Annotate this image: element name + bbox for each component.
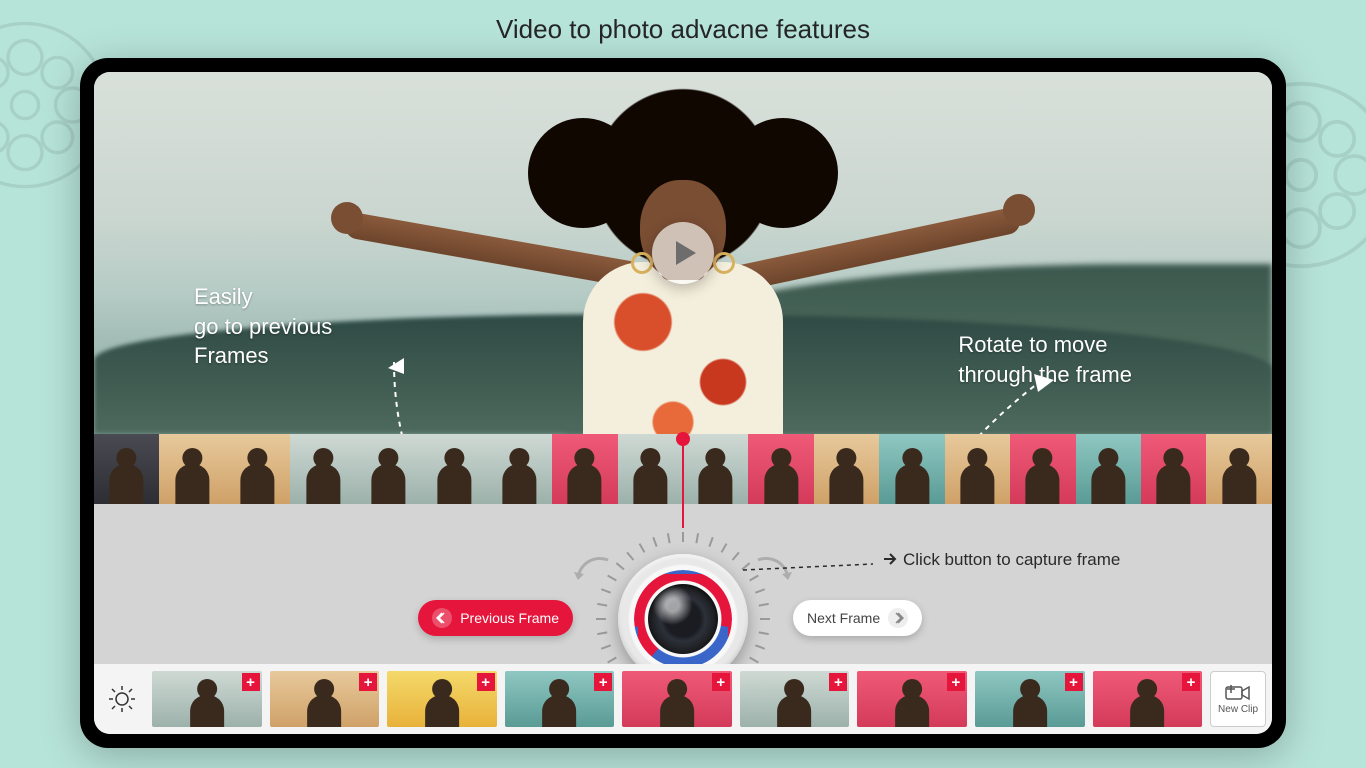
captured-frame-thumb[interactable]: + <box>740 671 850 727</box>
play-icon <box>674 239 698 267</box>
timeline-thumb[interactable] <box>814 434 879 504</box>
captured-frame-thumb[interactable]: + <box>622 671 732 727</box>
timeline-thumb[interactable] <box>1141 434 1206 504</box>
control-panel: Previous Frame Next Frame Click button t… <box>94 504 1272 664</box>
add-icon: + <box>947 673 965 691</box>
callout-rotate: Rotate to move through the frame <box>958 330 1132 389</box>
callout-capture: Click button to capture frame <box>883 550 1120 571</box>
add-icon: + <box>1182 673 1200 691</box>
rotate-cw-icon <box>750 550 796 596</box>
timeline-thumb[interactable] <box>356 434 421 504</box>
timeline-thumb[interactable] <box>1010 434 1075 504</box>
captured-frame-thumb[interactable]: + <box>270 671 380 727</box>
add-icon: + <box>477 673 495 691</box>
captured-frame-thumb[interactable]: + <box>152 671 262 727</box>
captured-frame-thumb[interactable]: + <box>975 671 1085 727</box>
timeline-thumb[interactable] <box>487 434 552 504</box>
tablet-frame: Easily go to previous Frames Rotate to m… <box>80 58 1286 748</box>
new-clip-label: New Clip <box>1218 704 1258 715</box>
timeline-thumb[interactable] <box>683 434 748 504</box>
add-icon: + <box>242 673 260 691</box>
add-icon: + <box>829 673 847 691</box>
chevron-right-icon <box>888 608 908 628</box>
timeline-thumb[interactable] <box>879 434 944 504</box>
captured-frame-thumb[interactable]: + <box>857 671 967 727</box>
add-icon: + <box>712 673 730 691</box>
sun-icon <box>108 685 136 713</box>
rotate-ccw-icon <box>570 550 616 596</box>
previous-frame-button[interactable]: Previous Frame <box>418 600 573 636</box>
add-video-icon <box>1225 684 1251 702</box>
timeline-thumb[interactable] <box>1206 434 1271 504</box>
captured-frame-thumb[interactable]: + <box>387 671 497 727</box>
captured-frames-tray: + + + + + + + + + New Clip <box>94 664 1272 734</box>
timeline-thumb[interactable] <box>552 434 617 504</box>
timeline-thumb[interactable] <box>421 434 486 504</box>
video-preview[interactable]: Easily go to previous Frames Rotate to m… <box>94 72 1272 434</box>
chevron-left-icon <box>432 608 452 628</box>
app-screen: Easily go to previous Frames Rotate to m… <box>94 72 1272 734</box>
playhead-indicator <box>682 434 684 528</box>
timeline-thumb[interactable] <box>290 434 355 504</box>
add-icon: + <box>1065 673 1083 691</box>
play-button[interactable] <box>652 222 714 284</box>
timeline-thumb[interactable] <box>225 434 290 504</box>
timeline-thumb[interactable] <box>618 434 683 504</box>
timeline-thumb[interactable] <box>945 434 1010 504</box>
captured-frame-thumb[interactable]: + <box>1093 671 1203 727</box>
brightness-button[interactable] <box>100 671 144 727</box>
timeline-thumb[interactable] <box>94 434 159 504</box>
add-icon: + <box>359 673 377 691</box>
timeline-thumb[interactable] <box>748 434 813 504</box>
captured-frame-thumb[interactable]: + <box>505 671 615 727</box>
previous-frame-label: Previous Frame <box>460 610 559 626</box>
arrow-right-icon <box>883 551 897 571</box>
add-icon: + <box>594 673 612 691</box>
page-title: Video to photo advacne features <box>0 14 1366 45</box>
callout-previous-frames: Easily go to previous Frames <box>194 282 332 371</box>
new-clip-button[interactable]: New Clip <box>1210 671 1266 727</box>
camera-lens-icon <box>648 584 718 654</box>
timeline-thumb[interactable] <box>159 434 224 504</box>
next-frame-button[interactable]: Next Frame <box>793 600 922 636</box>
next-frame-label: Next Frame <box>807 610 880 626</box>
timeline-thumb[interactable] <box>1076 434 1141 504</box>
